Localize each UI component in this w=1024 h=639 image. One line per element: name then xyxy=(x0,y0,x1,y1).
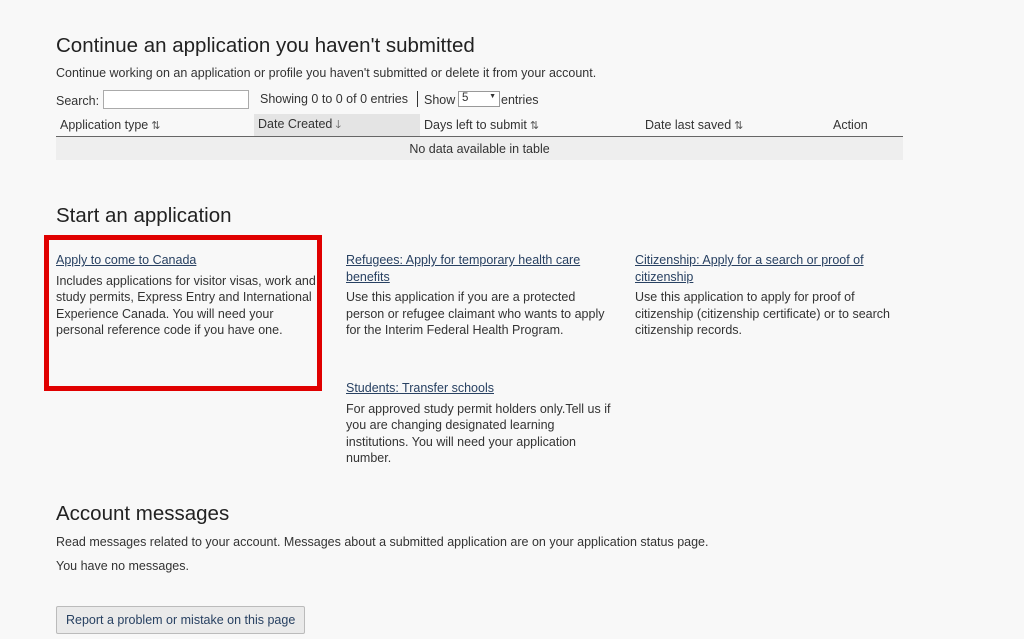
application-card: Citizenship: Apply for a search or proof… xyxy=(635,252,905,339)
column-header-days-left[interactable]: Days left to submit ⇅ xyxy=(420,114,641,137)
no-messages-text: You have no messages. xyxy=(56,559,189,573)
search-label: Search: xyxy=(56,94,100,108)
search-input[interactable] xyxy=(103,90,249,109)
messages-section-title: Account messages xyxy=(56,502,230,525)
messages-section-description: Read messages related to your account. M… xyxy=(56,535,709,549)
sort-icon: ⇅ xyxy=(151,120,161,132)
page-size-select[interactable]: 5 ▼ xyxy=(458,91,500,107)
application-card: Apply to come to Canada Includes applica… xyxy=(56,252,318,339)
applications-table: Application type ⇅ Date Created 🡓 Days lef… xyxy=(56,114,903,160)
column-header-label: Action xyxy=(833,118,868,132)
card-description: Use this application if you are a protec… xyxy=(346,290,605,337)
column-header-date-created[interactable]: Date Created 🡓 xyxy=(254,114,420,137)
showing-entries-info: Showing 0 to 0 of 0 entries xyxy=(260,92,409,106)
continue-section-description: Continue working on an application or pr… xyxy=(56,66,597,80)
refugees-health-care-link[interactable]: Refugees: Apply for temporary health car… xyxy=(346,252,611,285)
divider xyxy=(417,91,418,107)
show-label: Show xyxy=(424,93,456,107)
citizenship-search-link[interactable]: Citizenship: Apply for a search or proof… xyxy=(635,252,905,285)
apply-to-come-to-canada-link[interactable]: Apply to come to Canada xyxy=(56,252,318,269)
entries-label: entries xyxy=(501,93,539,107)
card-description: Includes applications for visitor visas,… xyxy=(56,273,316,338)
continue-section-title: Continue an application you haven't subm… xyxy=(56,34,475,57)
application-card: Students: Transfer schools For approved … xyxy=(346,380,616,467)
chevron-down-icon: ▼ xyxy=(489,93,496,100)
start-section-title: Start an application xyxy=(56,204,232,227)
sort-icon: ⇅ xyxy=(734,120,744,132)
table-controls: Search: Showing 0 to 0 of 0 entries Show… xyxy=(56,90,904,112)
sort-descending-icon: 🡓 xyxy=(335,118,342,131)
column-header-label: Date last saved xyxy=(645,118,732,132)
application-card: Refugees: Apply for temporary health car… xyxy=(346,252,611,339)
sort-icon: ⇅ xyxy=(529,120,540,132)
column-header-action: Action xyxy=(825,114,903,137)
column-header-application-type[interactable]: Application type ⇅ xyxy=(56,114,254,137)
column-header-label: Days left to submit xyxy=(424,118,527,132)
students-transfer-schools-link[interactable]: Students: Transfer schools xyxy=(346,380,616,397)
column-header-label: Date Created xyxy=(258,116,333,131)
column-header-date-last-saved[interactable]: Date last saved ⇅ xyxy=(641,114,825,137)
empty-table-message: No data available in table xyxy=(56,136,903,160)
card-description: Use this application to apply for proof … xyxy=(635,290,890,337)
report-problem-button[interactable]: Report a problem or mistake on this page xyxy=(56,606,306,634)
column-header-label: Application type xyxy=(60,118,149,132)
page-size-value: 5 xyxy=(462,92,469,104)
card-description: For approved study permit holders only.T… xyxy=(346,401,611,466)
table-row: No data available in table xyxy=(56,136,903,160)
